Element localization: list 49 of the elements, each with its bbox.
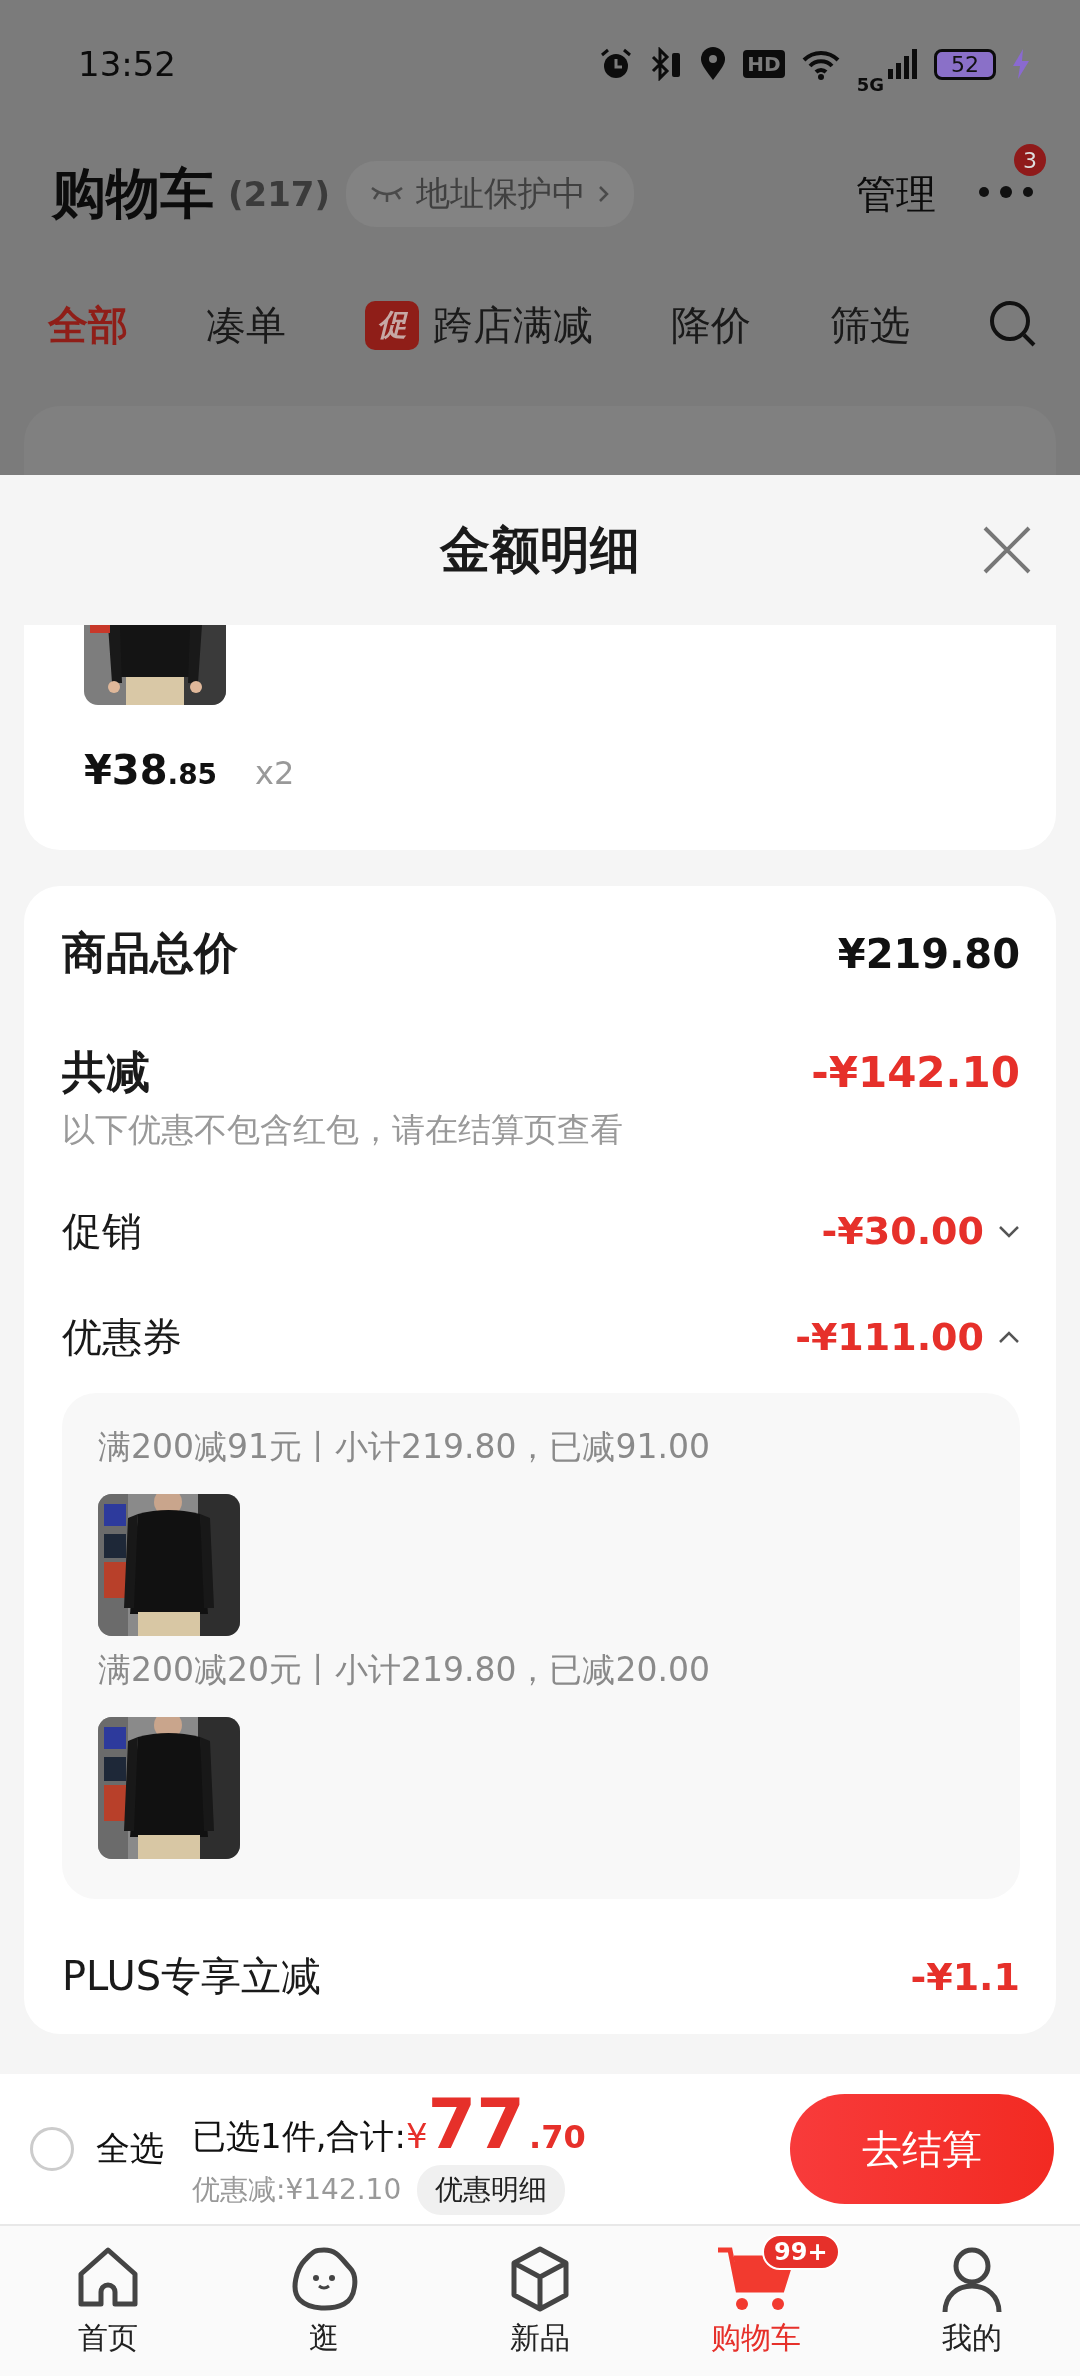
discount-amount: 优惠减:¥142.10 <box>192 2172 402 2208</box>
coupon-text: 满200减91元丨小计219.80，已减91.00 <box>98 1426 711 1468</box>
item-count: (217) <box>228 174 331 214</box>
total-amount: ¥77.70 <box>405 2083 586 2165</box>
select-all-label[interactable]: 全选 <box>96 2126 164 2172</box>
filter-tab[interactable]: 筛选 <box>829 297 910 353</box>
wifi-icon <box>800 48 841 80</box>
reduction-note: 以下优惠不包含红包，请在结算页查看 <box>62 1109 624 1151</box>
signal-icon <box>888 49 918 79</box>
reduction-label: 共减 <box>62 1045 150 1099</box>
battery-level: 52 <box>934 48 996 80</box>
page-title: 购物车 <box>52 160 214 227</box>
sheet-title: 金额明细 <box>440 519 640 581</box>
hd-indicator: HD <box>743 50 785 78</box>
discount-row[interactable]: 促销 -¥30.00 <box>62 1203 1020 1259</box>
filter-tab[interactable]: 促 跨店满减 <box>364 297 593 353</box>
close-icon[interactable] <box>982 525 1032 575</box>
nav-item[interactable]: 99+ 购物车 <box>648 2226 864 2376</box>
item-quantity: x2 <box>255 754 295 792</box>
alarm-icon <box>599 47 634 81</box>
filter-tab[interactable]: 凑单 <box>206 297 287 353</box>
total-label: 商品总价 <box>62 926 238 980</box>
nav-item[interactable]: 新品 <box>432 2226 648 2376</box>
promo-badge: 促 <box>364 300 419 350</box>
closed-eye-icon <box>370 184 405 204</box>
charging-icon <box>1012 49 1030 79</box>
reduction-value: -¥142.10 <box>811 1048 1020 1097</box>
location-icon <box>699 47 728 81</box>
discount-detail-button[interactable]: 优惠明细 <box>417 2165 566 2215</box>
address-protection-chip[interactable]: 地址保护中 <box>346 161 635 227</box>
nav-item[interactable]: 逛 <box>216 2226 432 2376</box>
status-time: 13:52 <box>78 44 176 84</box>
item-price: ¥38.85 <box>84 747 218 793</box>
select-all-checkbox[interactable] <box>30 2127 74 2171</box>
discount-row[interactable]: 优惠券 -¥111.00 <box>62 1309 1020 1365</box>
filter-tab[interactable]: 降价 <box>671 297 752 353</box>
plus-discount-value: -¥1.1 <box>910 1954 1020 1999</box>
nav-item[interactable]: 我的 <box>864 2226 1080 2376</box>
manage-button[interactable]: 管理 <box>856 166 936 222</box>
selected-summary: 已选1件,合计: <box>192 2115 406 2158</box>
checkout-button[interactable]: 去结算 <box>790 2094 1054 2204</box>
cart-count-badge: 99+ <box>762 2233 840 2270</box>
coupon-text: 满200减20元丨小计219.80，已减20.00 <box>98 1649 711 1691</box>
plus-discount-label: PLUS专享立减 <box>62 1952 322 2001</box>
network-label: 5G <box>856 73 884 95</box>
notification-badge: 3 <box>1014 144 1046 176</box>
total-value: ¥219.80 <box>837 930 1020 977</box>
nav-item[interactable]: 首页 <box>0 2226 216 2376</box>
chevron-right-icon <box>598 184 611 204</box>
